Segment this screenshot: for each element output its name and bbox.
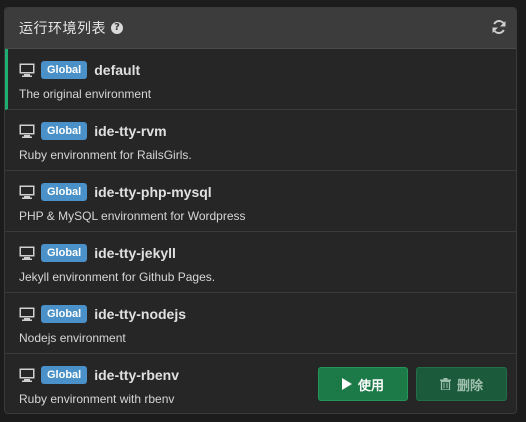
environment-item[interactable]: Global default The original environment — [5, 49, 516, 110]
trash-icon — [439, 378, 451, 390]
environment-list: Global default The original environment … — [5, 49, 516, 413]
environment-item[interactable]: Global ide-tty-rbenv Ruby environment wi… — [5, 354, 516, 413]
panel-title: 运行环境列表 — [19, 20, 106, 36]
monitor-icon — [19, 185, 35, 199]
environment-description: Ruby environment with rbenv — [19, 392, 175, 406]
environment-item[interactable]: Global ide-tty-rvm Ruby environment for … — [5, 110, 516, 171]
scope-badge: Global — [41, 61, 88, 79]
scope-badge: Global — [41, 366, 88, 384]
environment-name: default — [94, 62, 141, 78]
play-icon — [341, 378, 352, 390]
monitor-icon — [19, 63, 35, 77]
use-button[interactable]: 使用 — [318, 367, 408, 401]
delete-button[interactable]: 删除 — [416, 367, 507, 401]
environment-name: ide-tty-jekyll — [94, 245, 176, 261]
environment-description: The original environment — [19, 87, 152, 101]
environment-description: Nodejs environment — [19, 331, 126, 345]
environment-description: Ruby environment for RailsGirls. — [19, 148, 192, 162]
refresh-icon[interactable] — [491, 19, 507, 35]
use-button-label: 使用 — [357, 377, 384, 393]
environment-item[interactable]: Global ide-tty-php-mysql PHP & MySQL env… — [5, 171, 516, 232]
scope-badge: Global — [41, 244, 88, 262]
panel-header: 运行环境列表 ? — [5, 8, 516, 49]
monitor-icon — [19, 307, 35, 321]
monitor-icon — [19, 124, 35, 138]
monitor-icon — [19, 246, 35, 260]
environment-description: Jekyll environment for Github Pages. — [19, 270, 216, 284]
scope-badge: Global — [41, 183, 88, 201]
environment-item[interactable]: Global ide-tty-jekyll Jekyll environment… — [5, 232, 516, 293]
environment-item[interactable]: Global ide-tty-nodejs Nodejs environment — [5, 293, 516, 354]
environment-name: ide-tty-rbenv — [94, 367, 180, 383]
environment-name: ide-tty-php-mysql — [94, 184, 212, 200]
question-circle-icon[interactable]: ? — [111, 22, 123, 34]
monitor-icon — [19, 368, 35, 382]
delete-button-label: 删除 — [456, 377, 483, 393]
environment-name: ide-tty-rvm — [94, 123, 167, 139]
environment-list-panel: 运行环境列表 ? Global default The original env… — [4, 7, 517, 414]
environment-name: ide-tty-nodejs — [94, 306, 187, 322]
scope-badge: Global — [41, 122, 88, 140]
environment-description: PHP & MySQL environment for Wordpress — [19, 209, 246, 223]
scope-badge: Global — [41, 305, 88, 323]
